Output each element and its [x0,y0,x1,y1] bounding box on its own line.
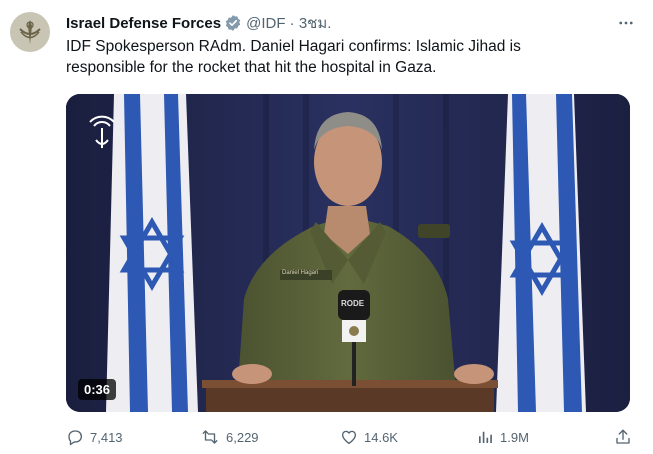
handle-and-time: @IDF · 3ชม. [246,15,332,32]
views-icon [479,431,492,443]
verified-badge-icon[interactable] [224,14,242,32]
mic-label: RODE [341,299,365,308]
name-tag-text: Daniel Hagari [282,270,319,276]
author-name[interactable]: Israel Defense Forces [66,15,221,32]
idf-logo-icon [19,20,41,44]
tweet-header: Israel Defense Forces @IDF · 3ชม. [66,12,613,34]
views-count: 1.9M [500,429,529,445]
repost-button[interactable]: 6,229 [200,428,340,446]
reply-count: 7,413 [90,429,123,445]
more-icon[interactable] [615,12,637,34]
reply-icon [68,430,83,446]
share-icon [616,429,630,444]
israel-flag-left [106,94,198,412]
video-player[interactable]: Daniel Hagari RODE 0:36 [66,94,630,412]
video-duration: 0:36 [78,379,117,400]
like-count: 14.6K [364,429,398,445]
repost-count: 6,229 [226,429,259,445]
share-button[interactable] [614,428,632,446]
video-frame [66,94,630,412]
israel-flag-right [496,94,586,412]
views-button[interactable]: 1.9M [476,428,614,446]
repost-icon [202,430,218,444]
like-icon [341,430,357,445]
avatar[interactable] [10,12,50,52]
reply-button[interactable]: 7,413 [66,428,200,446]
action-bar: 7,413 6,229 14.6K 1.9M [66,426,636,448]
like-button[interactable]: 14.6K [340,428,476,446]
tweet-text: IDF Spokesperson RAdm. Daniel Hagari con… [66,38,521,76]
